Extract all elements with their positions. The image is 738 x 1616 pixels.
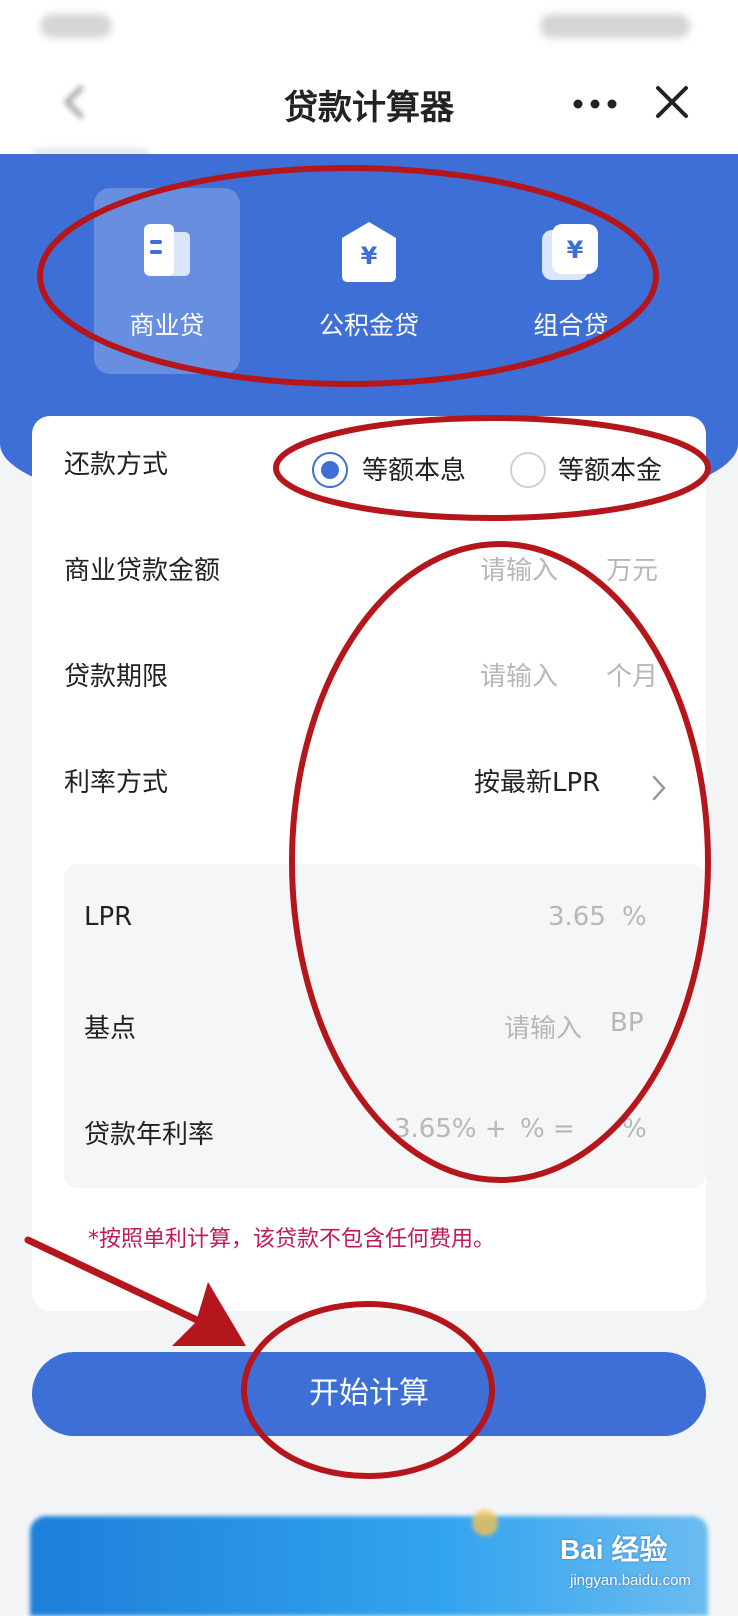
loan-term-unit: 个月 [606,662,659,692]
watermark-sub: jingyan.baidu.com [570,1572,691,1589]
loan-term-label: 贷款期限 [64,662,169,692]
basis-points-input[interactable]: 请输入 [504,1008,582,1045]
annual-rate-lpr-part: 3.65% + [394,1114,507,1144]
page-title: 贷款计算器 [284,88,454,128]
loan-amount-input[interactable]: 请输入 [480,550,558,587]
tab-label: 公积金贷 [318,311,419,340]
lpr-value[interactable]: 3.65 [548,902,606,932]
lpr-label: LPR [84,902,133,932]
stacked-yuan-icon: ¥ [542,224,598,280]
basis-points-label: 基点 [84,1014,137,1044]
rate-mode-value[interactable]: 按最新LPR [474,762,600,799]
tab-provident-fund-loan[interactable]: ¥ 公积金贷 [296,188,442,374]
tab-label: 商业贷 [129,311,205,340]
baidu-jingyan-watermark: Bai 经验 jingyan.baidu.com [560,1528,736,1600]
annual-rate-label: 贷款年利率 [84,1120,215,1150]
close-icon[interactable] [652,82,692,122]
loan-term-input[interactable]: 请输入 [480,656,558,693]
status-icons-blurred [540,14,690,38]
tab-combination-loan[interactable]: ¥ 组合贷 [498,188,644,374]
house-yuan-icon: ¥ [342,222,396,282]
loan-form-card: 还款方式 等额本息 等额本金 商业贷款金额 请输入 万元 贷款期限 请输入 个月… [32,416,706,1311]
simple-interest-note: *按照单利计算，该贷款不包含任何费用。 [88,1227,496,1252]
status-time-blurred [40,14,112,38]
status-bar [0,0,738,52]
svg-text:¥: ¥ [361,242,378,270]
annual-rate-bp-part: % = [520,1114,575,1144]
radio-equal-installment[interactable] [312,452,348,488]
watermark-main: Bai 经验 [560,1534,668,1565]
radio-equal-principal[interactable] [510,452,546,488]
lpr-unit: % [622,902,647,932]
basis-points-unit: BP [610,1008,644,1038]
loan-amount-label: 商业贷款金额 [64,556,221,586]
tab-commercial-loan[interactable]: 商业贷 [94,188,240,374]
title-bar: 贷款计算器 [0,52,738,154]
building-icon [144,224,190,276]
rate-mode-label: 利率方式 [64,768,169,798]
tab-label: 组合贷 [533,311,609,340]
radio-equal-principal-label[interactable]: 等额本金 [558,450,662,487]
svg-text:¥: ¥ [567,236,584,264]
promo-decoration [472,1510,498,1536]
chevron-right-icon[interactable] [651,774,667,802]
rate-breakdown-box: LPR 3.65 % 基点 请输入 BP 贷款年利率 3.65% + % = % [64,864,706,1188]
radio-equal-installment-label[interactable]: 等额本息 [362,450,466,487]
calculate-button[interactable]: 开始计算 [32,1352,706,1436]
annual-rate-unit: % [622,1114,647,1144]
loan-amount-unit: 万元 [606,556,659,586]
repayment-method-label: 还款方式 [64,450,169,480]
more-icon[interactable] [570,86,620,122]
